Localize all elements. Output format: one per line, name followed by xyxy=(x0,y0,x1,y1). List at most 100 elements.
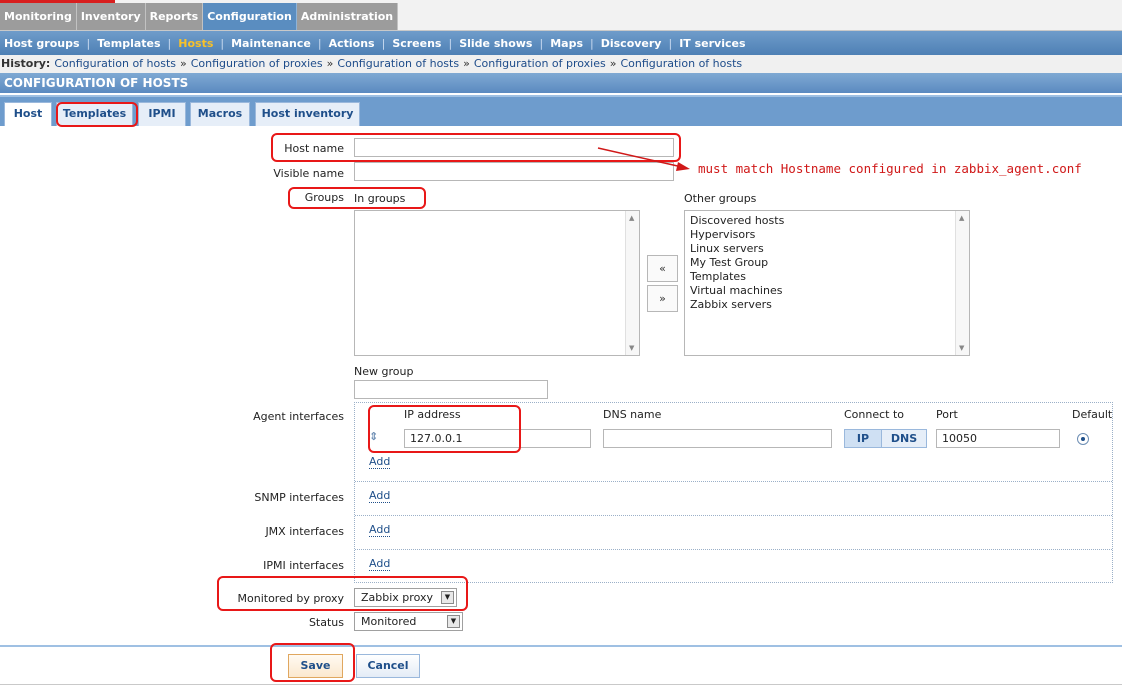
list-item[interactable]: Zabbix servers xyxy=(685,298,969,312)
submenu-host-groups[interactable]: Host groups xyxy=(4,37,80,50)
scroll-up-icon[interactable]: ▲ xyxy=(959,214,964,222)
history-link-5[interactable]: Configuration of hosts xyxy=(620,57,742,70)
jmx-interfaces-label: JMX interfaces xyxy=(265,525,344,538)
sub-menu: Host groups | Templates | Hosts | Maintenan… xyxy=(0,31,1122,55)
add-agent-interface-link[interactable]: Add xyxy=(369,456,391,469)
list-item[interactable]: Virtual machines xyxy=(685,284,969,298)
menu-monitoring[interactable]: Monitoring xyxy=(0,3,77,30)
move-left-button[interactable]: « xyxy=(647,255,678,282)
submenu-separator: | xyxy=(381,36,386,50)
submenu-templates[interactable]: Templates xyxy=(97,37,160,50)
history-link-1[interactable]: Configuration of hosts xyxy=(54,57,176,70)
connect-to-toggle: IP DNS xyxy=(844,429,927,448)
list-item[interactable]: Hypervisors xyxy=(685,228,969,242)
drag-handle-icon[interactable]: ⇕ xyxy=(369,430,378,443)
tab-templates[interactable]: Templates xyxy=(56,102,133,126)
row-divider xyxy=(355,481,1112,482)
save-button[interactable]: Save xyxy=(288,654,343,678)
dns-name-input[interactable] xyxy=(603,429,832,448)
tab-macros[interactable]: Macros xyxy=(190,102,250,126)
add-jmx-interface-link[interactable]: Add xyxy=(369,524,391,537)
submenu-it-services[interactable]: IT services xyxy=(679,37,745,50)
history-link-3[interactable]: Configuration of hosts xyxy=(337,57,459,70)
submenu-screens[interactable]: Screens xyxy=(392,37,441,50)
new-group-label: New group xyxy=(354,365,414,378)
main-menu: Monitoring Inventory Reports Configurati… xyxy=(0,3,399,30)
ip-address-input[interactable] xyxy=(404,429,591,448)
menu-configuration[interactable]: Configuration xyxy=(203,3,297,30)
status-label: Status xyxy=(308,616,344,629)
tab-ipmi[interactable]: IPMI xyxy=(138,102,186,126)
host-name-label: Host name xyxy=(284,142,344,155)
form-footer-divider xyxy=(0,645,1122,647)
host-form: Host name Visible name Groups In groups … xyxy=(0,126,1122,646)
col-default: Default xyxy=(1072,408,1113,421)
history-label: History: xyxy=(1,57,51,70)
annotation-arrow-icon xyxy=(597,147,690,171)
menu-inventory[interactable]: Inventory xyxy=(76,3,146,30)
scroll-down-icon[interactable]: ▼ xyxy=(959,344,964,352)
default-radio[interactable] xyxy=(1077,433,1089,445)
connect-dns-button[interactable]: DNS xyxy=(882,430,926,447)
tab-host-inventory[interactable]: Host inventory xyxy=(255,102,360,126)
history-separator: » xyxy=(326,57,334,70)
ipmi-interfaces-label: IPMI interfaces xyxy=(263,559,344,572)
history-separator: » xyxy=(463,57,470,70)
snmp-interfaces-label: SNMP interfaces xyxy=(254,491,344,504)
move-right-button[interactable]: » xyxy=(647,285,678,312)
submenu-hosts[interactable]: Hosts xyxy=(178,37,213,50)
submenu-actions[interactable]: Actions xyxy=(329,37,375,50)
submenu-separator: | xyxy=(539,36,544,50)
add-ipmi-interface-link[interactable]: Add xyxy=(369,558,391,571)
submenu-separator: | xyxy=(448,36,453,50)
scroll-down-icon[interactable]: ▼ xyxy=(629,344,634,352)
visible-name-label: Visible name xyxy=(273,167,344,180)
list-item[interactable]: Discovered hosts xyxy=(685,214,969,228)
submenu-slide-shows[interactable]: Slide shows xyxy=(459,37,532,50)
tab-bar: Host Templates IPMI Macros Host inventor… xyxy=(0,95,1122,128)
connect-ip-button[interactable]: IP xyxy=(845,430,882,447)
scrollbar[interactable]: ▲ ▼ xyxy=(625,211,639,355)
chevron-down-icon[interactable]: ▼ xyxy=(441,591,454,604)
submenu-separator: | xyxy=(668,36,673,50)
groups-label: Groups xyxy=(304,191,344,204)
status-select-value: Monitored xyxy=(361,615,417,628)
add-snmp-interface-link[interactable]: Add xyxy=(369,490,391,503)
page-title: CONFIGURATION OF HOSTS xyxy=(0,73,1122,93)
new-group-input[interactable] xyxy=(354,380,548,399)
col-ip-address: IP address xyxy=(404,408,461,421)
submenu-separator: | xyxy=(317,36,322,50)
submenu-separator: | xyxy=(167,36,172,50)
annotation-note: must match Hostname configured in zabbix… xyxy=(698,161,1082,176)
submenu-separator: | xyxy=(590,36,594,50)
scrollbar[interactable]: ▲ ▼ xyxy=(955,211,969,355)
other-groups-list[interactable]: Discovered hosts Hypervisors Linux serve… xyxy=(684,210,970,356)
cancel-button[interactable]: Cancel xyxy=(356,654,420,678)
menu-administration[interactable]: Administration xyxy=(296,3,399,30)
submenu-maps[interactable]: Maps xyxy=(550,37,583,50)
history-link-4[interactable]: Configuration of proxies xyxy=(474,57,606,70)
agent-interfaces-label: Agent interfaces xyxy=(253,410,344,423)
menu-reports[interactable]: Reports xyxy=(145,3,204,30)
chevron-down-icon[interactable]: ▼ xyxy=(447,615,460,628)
list-item[interactable]: My Test Group xyxy=(685,256,969,270)
top-bar: Monitoring Inventory Reports Configurati… xyxy=(0,0,1122,31)
interfaces-table: IP address DNS name Connect to Port Defa… xyxy=(354,402,1113,583)
submenu-maintenance[interactable]: Maintenance xyxy=(231,37,311,50)
tab-host[interactable]: Host xyxy=(4,102,52,128)
submenu-separator: | xyxy=(86,36,91,50)
col-port: Port xyxy=(936,408,958,421)
status-select[interactable]: Monitored ▼ xyxy=(354,612,463,631)
proxy-select[interactable]: Zabbix proxy ▼ xyxy=(354,588,457,607)
list-item[interactable]: Templates xyxy=(685,270,969,284)
history-separator: » xyxy=(180,57,187,70)
port-input[interactable] xyxy=(936,429,1060,448)
scroll-up-icon[interactable]: ▲ xyxy=(629,214,634,222)
history-separator: » xyxy=(609,57,617,70)
col-dns-name: DNS name xyxy=(603,408,662,421)
submenu-discovery[interactable]: Discovery xyxy=(601,37,662,50)
history-link-2[interactable]: Configuration of proxies xyxy=(191,57,323,70)
list-item[interactable]: Linux servers xyxy=(685,242,969,256)
col-connect-to: Connect to xyxy=(844,408,905,421)
in-groups-list[interactable]: ▲ ▼ xyxy=(354,210,640,356)
